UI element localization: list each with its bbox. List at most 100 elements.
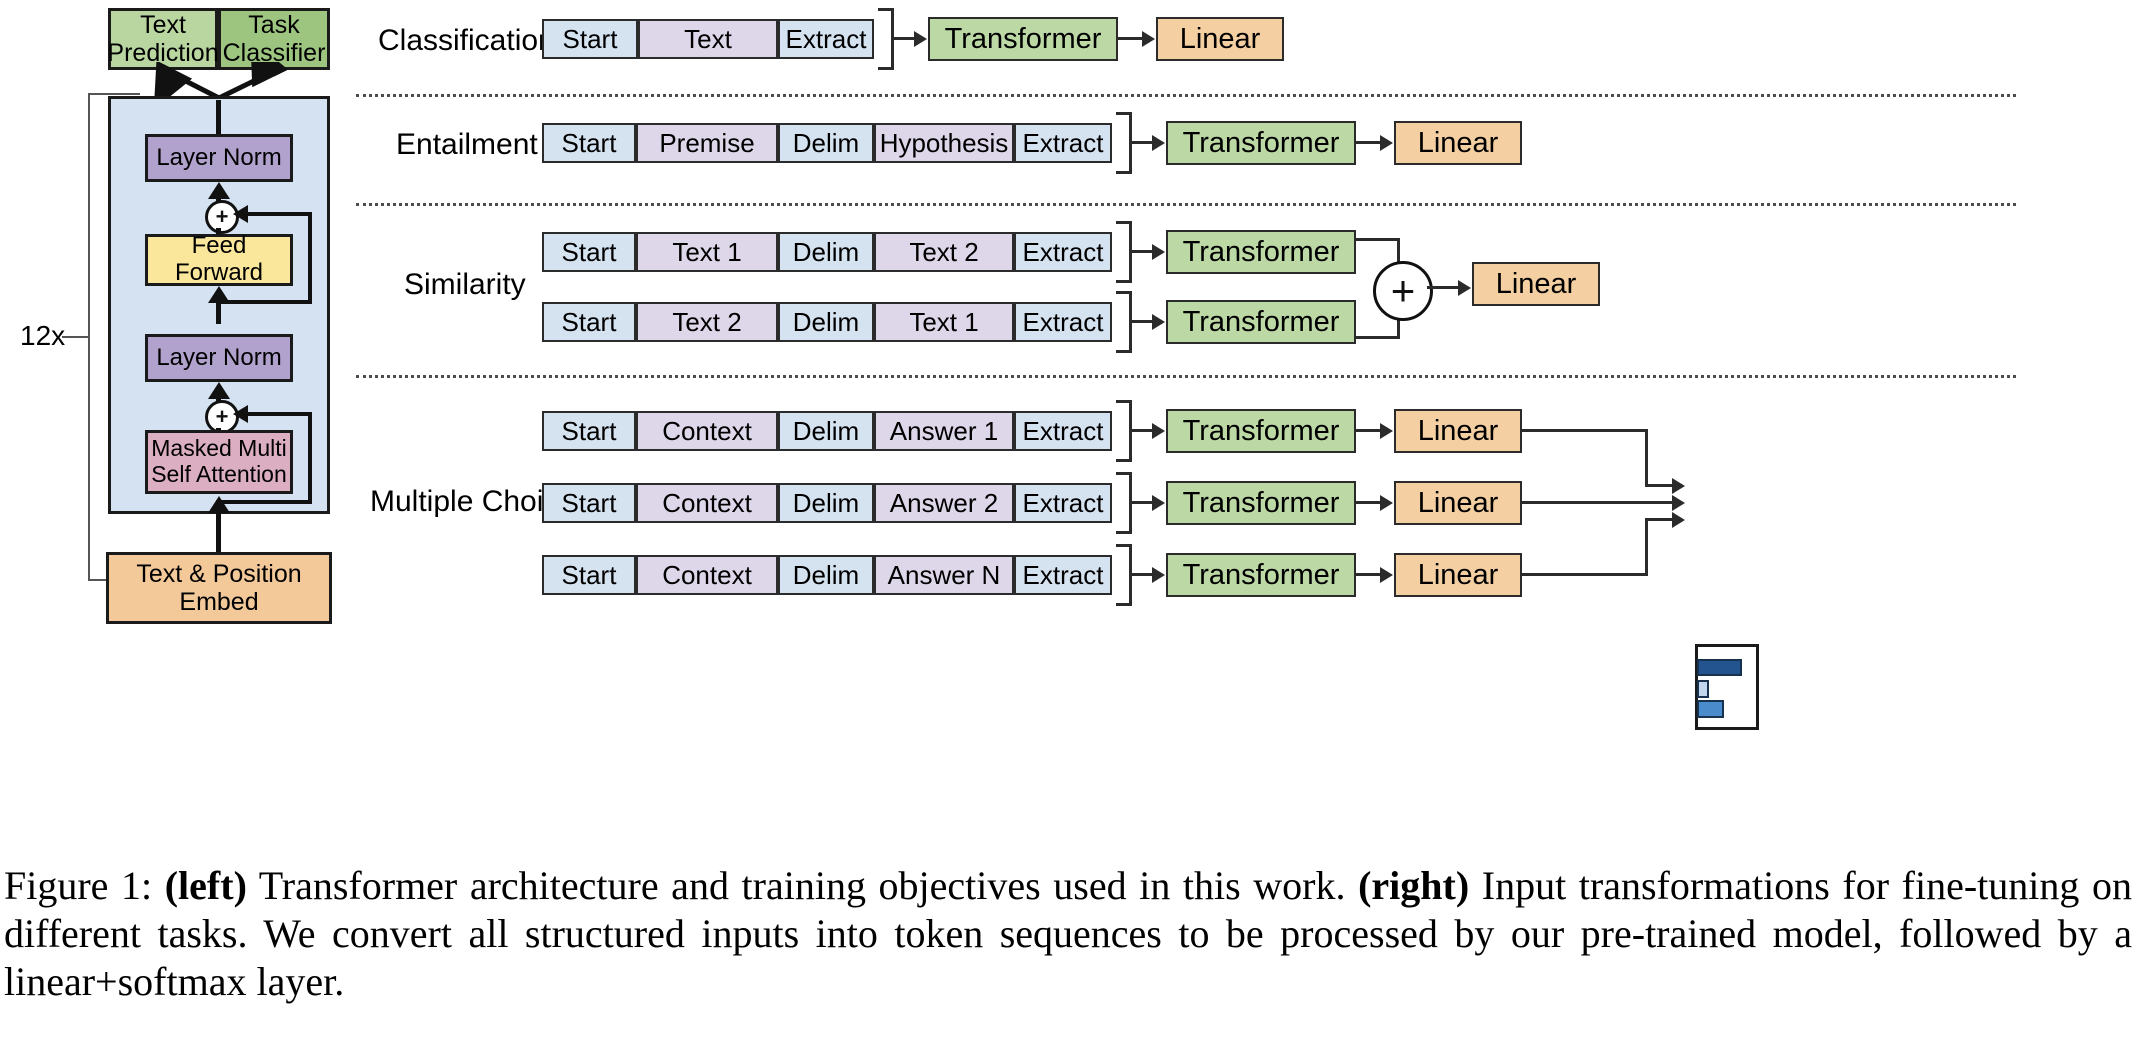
token-similarity-r2-2: Delim: [778, 302, 874, 342]
mc-wire-r3-arrow: [1672, 512, 1685, 528]
caption-right-marker: (right): [1358, 863, 1470, 908]
embed-to-block-arrow: [208, 496, 230, 513]
token-similarity-r2-1: Text 2: [636, 302, 778, 342]
softmax-bar-1: [1697, 680, 1709, 698]
token-similarity-r1-0: Start: [542, 232, 636, 272]
linear-mc-r2: Linear: [1394, 481, 1522, 525]
arrow-line-similarity-r2: [1132, 320, 1154, 323]
token-similarity-r1-4: Extract: [1014, 232, 1112, 272]
bracket-mc-r3: [1116, 544, 1132, 606]
token-entailment-0: Start: [542, 123, 636, 163]
linear-classification: Linear: [1156, 17, 1284, 61]
mc-wire-r3-h: [1522, 573, 1648, 576]
bracket-similarity-r2: [1116, 291, 1132, 353]
token-mc-r3-4: Extract: [1014, 555, 1112, 595]
arrow-line-mc-r3: [1132, 573, 1154, 576]
transformer-mc-r1: Transformer: [1166, 409, 1356, 453]
caption-left-marker: (left): [164, 863, 247, 908]
token-mc-r1-2: Delim: [778, 411, 874, 451]
bracket-classification: [878, 8, 894, 70]
separator-1: [356, 94, 2016, 97]
arrow-line-classification: [894, 37, 916, 40]
repeat-bracket-top: [88, 93, 140, 95]
token-mc-r2-2: Delim: [778, 483, 874, 523]
task-classifier-line1: Task: [248, 11, 300, 39]
skip-top-v: [308, 212, 312, 304]
skip-bot-h: [246, 412, 312, 416]
layer-norm-bottom: Layer Norm: [145, 334, 293, 382]
bracket-mc-r2: [1116, 472, 1132, 534]
mc-wire-r1-v: [1645, 429, 1648, 487]
linear-entailment: Linear: [1394, 121, 1522, 165]
separator-3: [356, 375, 2016, 378]
token-similarity-r1-1: Text 1: [636, 232, 778, 272]
transformer-entailment: Transformer: [1166, 121, 1356, 165]
token-entailment-1: Premise: [636, 123, 778, 163]
linear-mc-r3: Linear: [1394, 553, 1522, 597]
token-entailment-2: Delim: [778, 123, 874, 163]
arrow-line-mc-r2-linear: [1356, 501, 1382, 504]
token-mc-r1-3: Answer 1: [874, 411, 1014, 451]
token-mc-r1-0: Start: [542, 411, 636, 451]
arrow-head-mc-r3: [1152, 567, 1165, 583]
skip-top-h: [246, 212, 312, 216]
arrow-line-mc-r1: [1132, 429, 1154, 432]
text-prediction-line1: Text: [140, 11, 186, 39]
token-similarity-r2-0: Start: [542, 302, 636, 342]
arrow-line-similarity-linear: [1427, 286, 1461, 289]
mc-wire-r3-v: [1645, 518, 1648, 576]
arrow-head-classification: [914, 31, 927, 47]
arrow-line-similarity-r1: [1132, 250, 1154, 253]
token-classification-1: Text: [638, 19, 778, 59]
token-mc-r3-3: Answer N: [874, 555, 1014, 595]
token-mc-r3-2: Delim: [778, 555, 874, 595]
token-mc-r2-3: Answer 2: [874, 483, 1014, 523]
ff-in-line: [216, 302, 221, 324]
mc-wire-r1-h: [1522, 429, 1648, 432]
arrow-head-mc-r3-linear: [1380, 567, 1393, 583]
transformer-similarity-r2: Transformer: [1166, 300, 1356, 344]
figure-label: Figure 1:: [4, 863, 153, 908]
ln-top-in-arrow: [208, 182, 230, 199]
token-classification-0: Start: [542, 19, 638, 59]
skip-bot-v: [308, 412, 312, 504]
token-similarity-r2-3: Text 1: [874, 302, 1014, 342]
transformer-mc-r2: Transformer: [1166, 481, 1356, 525]
mc-wire-r1-arrow: [1672, 478, 1685, 494]
token-mc-r1-4: Extract: [1014, 411, 1112, 451]
linear-mc-r1: Linear: [1394, 409, 1522, 453]
layer-norm-top: Layer Norm: [145, 134, 293, 182]
linear-similarity: Linear: [1472, 262, 1600, 306]
task-classifier-head: Task Classifier: [218, 8, 330, 70]
token-mc-r1-1: Context: [636, 411, 778, 451]
skip-bot-arrow: [233, 405, 248, 423]
text-prediction-head: Text Prediction: [107, 8, 219, 70]
arrow-line-mc-r3-linear: [1356, 573, 1382, 576]
transformer-similarity-r1: Transformer: [1166, 230, 1356, 274]
arrow-line-entailment-linear: [1356, 141, 1382, 144]
softmax-output-chart: [1695, 644, 1759, 730]
arrow-head-similarity-r1: [1152, 244, 1165, 260]
skip-top-arrow: [233, 205, 248, 223]
ln-bot-in-arrow: [208, 382, 230, 399]
softmax-bar-2: [1697, 700, 1724, 718]
softmax-bar-0: [1697, 659, 1742, 676]
arrow-line-mc-r1-linear: [1356, 429, 1382, 432]
bracket-similarity-r1: [1116, 221, 1132, 283]
skip-bot-h2: [216, 500, 312, 504]
block-output-line: [216, 100, 221, 138]
transformer-mc-r3: Transformer: [1166, 553, 1356, 597]
bracket-entailment: [1116, 112, 1132, 174]
token-entailment-3: Hypothesis: [874, 123, 1014, 163]
arrow-head-entailment: [1152, 135, 1165, 151]
embed-to-block-line: [216, 512, 221, 556]
transformer-classification: Transformer: [928, 17, 1118, 61]
arrow-head-similarity-r2: [1152, 314, 1165, 330]
arrow-head-entailment-linear: [1380, 135, 1393, 151]
mha-line2: Self Attention: [151, 461, 287, 487]
similarity-add-node: +: [1373, 261, 1433, 321]
text-position-embed: Text & Position Embed: [106, 552, 332, 624]
token-mc-r3-0: Start: [542, 555, 636, 595]
token-similarity-r1-3: Text 2: [874, 232, 1014, 272]
separator-2: [356, 203, 2016, 206]
